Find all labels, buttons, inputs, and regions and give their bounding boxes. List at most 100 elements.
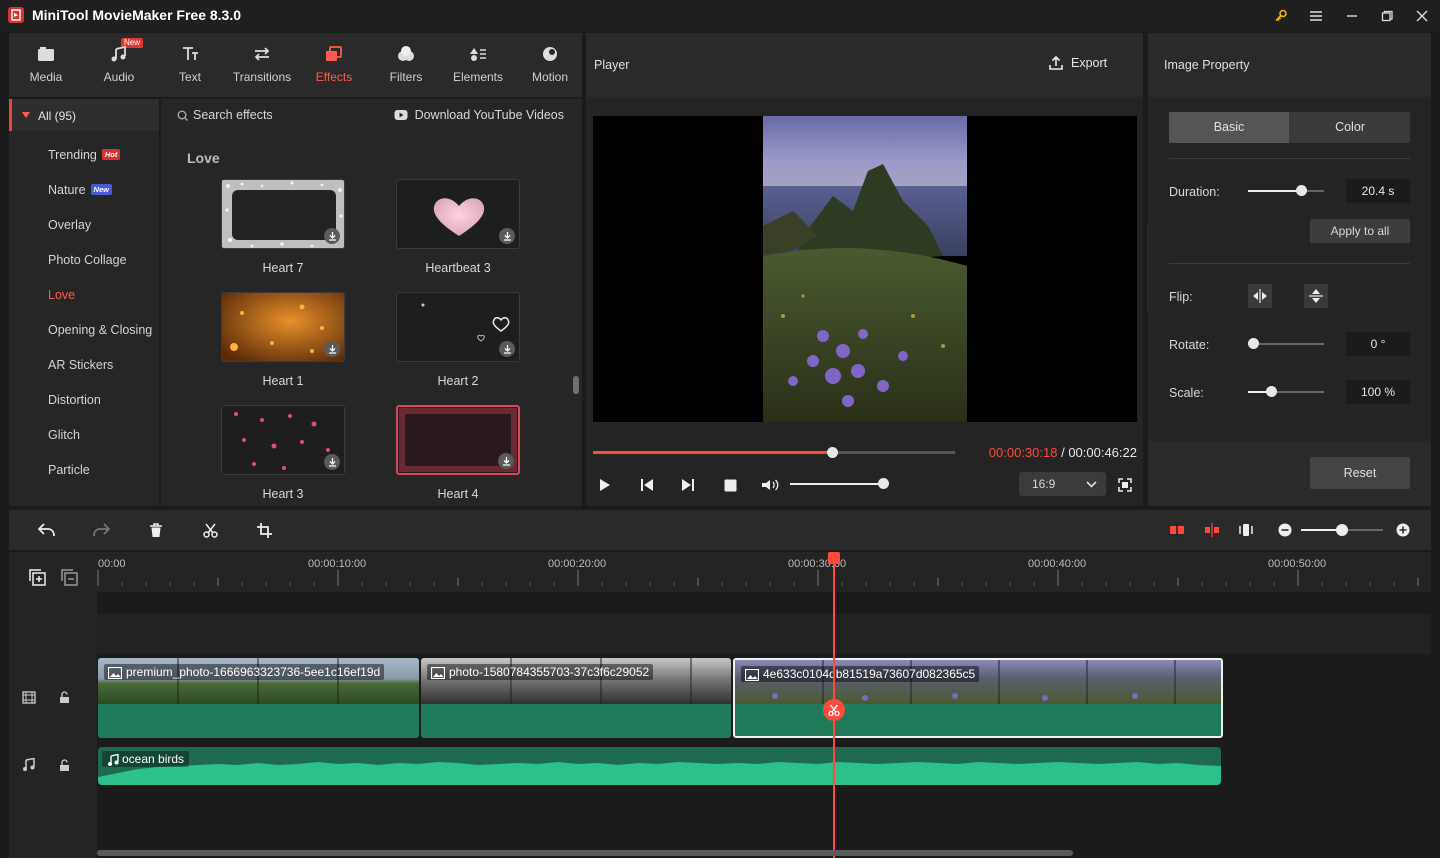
tab-elements[interactable]: Elements xyxy=(446,33,510,97)
video-clip[interactable]: premium_photo-1666963323736-5ee1c16ef19d xyxy=(98,658,419,738)
fit-timeline-button[interactable] xyxy=(1236,520,1256,540)
effect-thumb-heart-4[interactable] xyxy=(396,405,520,475)
zoom-in-button[interactable] xyxy=(1393,520,1413,540)
preview-image xyxy=(763,116,967,422)
download-icon[interactable] xyxy=(499,341,515,357)
download-icon[interactable] xyxy=(324,341,340,357)
category-love[interactable]: Love xyxy=(48,288,75,302)
tool-tabs: Media New Audio Text Transitions Effects… xyxy=(9,33,582,97)
category-photo-collage[interactable]: Photo Collage xyxy=(48,253,127,267)
download-icon[interactable] xyxy=(498,453,514,469)
duration-slider[interactable] xyxy=(1248,185,1324,196)
download-youtube-button[interactable]: Download YouTube Videos xyxy=(394,108,564,122)
props-header: Image Property xyxy=(1148,33,1431,97)
image-property-panel: Image Property Basic Color Duration: 20.… xyxy=(1148,33,1431,506)
category-all[interactable]: All (95) xyxy=(9,99,159,131)
volume-button[interactable] xyxy=(761,476,779,494)
props-footer: Reset xyxy=(1148,441,1431,506)
rotate-value[interactable]: 0 ° xyxy=(1346,332,1410,356)
key-icon[interactable] xyxy=(1269,4,1293,28)
volume-slider[interactable] xyxy=(790,483,884,485)
delete-button[interactable] xyxy=(146,520,166,540)
library-scrollbar[interactable] xyxy=(573,376,579,394)
stop-button[interactable] xyxy=(721,476,739,494)
export-button[interactable]: Export xyxy=(1048,55,1107,71)
undo-button[interactable] xyxy=(37,520,57,540)
apply-to-all-button[interactable]: Apply to all xyxy=(1310,219,1410,243)
tab-text[interactable]: Text xyxy=(160,33,220,97)
zoom-slider[interactable] xyxy=(1301,524,1383,536)
effect-thumb-heartbeat-3[interactable] xyxy=(396,179,520,249)
flip-horizontal-button[interactable] xyxy=(1248,284,1272,308)
minimize-icon[interactable] xyxy=(1340,4,1364,28)
zoom-knob[interactable] xyxy=(1336,524,1348,536)
category-opening-closing[interactable]: Opening & Closing xyxy=(48,323,152,337)
duration-value[interactable]: 20.4 s xyxy=(1346,179,1410,203)
close-icon[interactable] xyxy=(1410,4,1434,28)
lock-icon[interactable] xyxy=(59,759,70,772)
remove-track-icon[interactable] xyxy=(61,569,78,586)
add-track-icon[interactable] xyxy=(29,569,46,586)
ruler-label: 00:00:40:00 xyxy=(1028,558,1087,570)
flip-vertical-button[interactable] xyxy=(1304,284,1328,308)
effect-thumb-heart-1[interactable] xyxy=(221,292,345,362)
menu-icon[interactable] xyxy=(1304,4,1328,28)
tab-transitions[interactable]: Transitions xyxy=(227,33,297,97)
fullscreen-button[interactable] xyxy=(1116,476,1134,494)
skip-forward-icon xyxy=(682,479,694,491)
lock-icon[interactable] xyxy=(59,691,70,704)
progress-knob[interactable] xyxy=(826,447,838,458)
category-nature[interactable]: Nature New xyxy=(48,183,112,197)
category-trending[interactable]: Trending Hot xyxy=(48,148,121,162)
split-button[interactable] xyxy=(200,520,220,540)
category-distortion[interactable]: Distortion xyxy=(48,393,101,407)
split-audio-button[interactable] xyxy=(1202,520,1222,540)
split-at-playhead-button[interactable] xyxy=(823,699,845,721)
download-icon[interactable] xyxy=(499,228,515,244)
video-clip[interactable]: photo-1580784355703-37c3f6c29052 xyxy=(421,658,731,738)
search-effects-input[interactable]: Search effects xyxy=(177,108,273,122)
crop-button[interactable] xyxy=(254,520,274,540)
playback-progress[interactable] xyxy=(593,447,955,458)
previous-frame-button[interactable] xyxy=(638,476,656,494)
tab-audio[interactable]: New Audio xyxy=(89,33,149,97)
category-particle[interactable]: Particle xyxy=(48,463,90,477)
tab-motion[interactable]: Motion xyxy=(520,33,580,97)
tab-color[interactable]: Color xyxy=(1290,112,1410,143)
effect-thumb-heart-3[interactable] xyxy=(221,405,345,475)
next-frame-button[interactable] xyxy=(679,476,697,494)
tab-media[interactable]: Media xyxy=(16,33,76,97)
tab-filters[interactable]: Filters xyxy=(376,33,436,97)
effect-thumb-heart-2[interactable] xyxy=(396,292,520,362)
category-ar-stickers[interactable]: AR Stickers xyxy=(48,358,113,372)
category-overlay[interactable]: Overlay xyxy=(48,218,91,232)
redo-button[interactable] xyxy=(91,520,111,540)
reset-button[interactable]: Reset xyxy=(1310,457,1410,489)
scale-value[interactable]: 100 % xyxy=(1346,380,1410,404)
video-preview[interactable] xyxy=(593,116,1137,422)
video-clip-selected[interactable]: 4e633c0104db81519a73607d082365c5 xyxy=(733,658,1223,738)
category-glitch[interactable]: Glitch xyxy=(48,428,80,442)
empty-track[interactable] xyxy=(97,614,1431,654)
playhead-handle[interactable] xyxy=(828,552,840,564)
slider-knob[interactable] xyxy=(1265,386,1277,397)
effect-thumb-heart-7[interactable] xyxy=(221,179,345,249)
audio-clip[interactable]: ocean birds xyxy=(98,747,1221,785)
slider-knob[interactable] xyxy=(1296,185,1308,196)
download-icon[interactable] xyxy=(324,228,340,244)
maximize-icon[interactable] xyxy=(1375,4,1399,28)
download-icon[interactable] xyxy=(324,454,340,470)
timeline-scrollbar[interactable] xyxy=(97,850,1073,856)
slider-knob[interactable] xyxy=(1248,338,1260,349)
play-button[interactable] xyxy=(596,476,614,494)
tab-effects[interactable]: Effects xyxy=(304,33,364,97)
zoom-out-button[interactable] xyxy=(1275,520,1295,540)
volume-knob[interactable] xyxy=(878,478,889,489)
time-ruler[interactable]: 00:00 00:00:10:00 00:00:20:00 00:00:30:0… xyxy=(97,552,1431,592)
aspect-ratio-select[interactable]: 16:9 xyxy=(1019,472,1106,496)
tab-basic[interactable]: Basic xyxy=(1169,112,1289,143)
rotate-slider[interactable] xyxy=(1248,338,1324,349)
scale-slider[interactable] xyxy=(1248,386,1324,397)
play-icon xyxy=(600,479,610,491)
snap-button[interactable] xyxy=(1167,520,1187,540)
